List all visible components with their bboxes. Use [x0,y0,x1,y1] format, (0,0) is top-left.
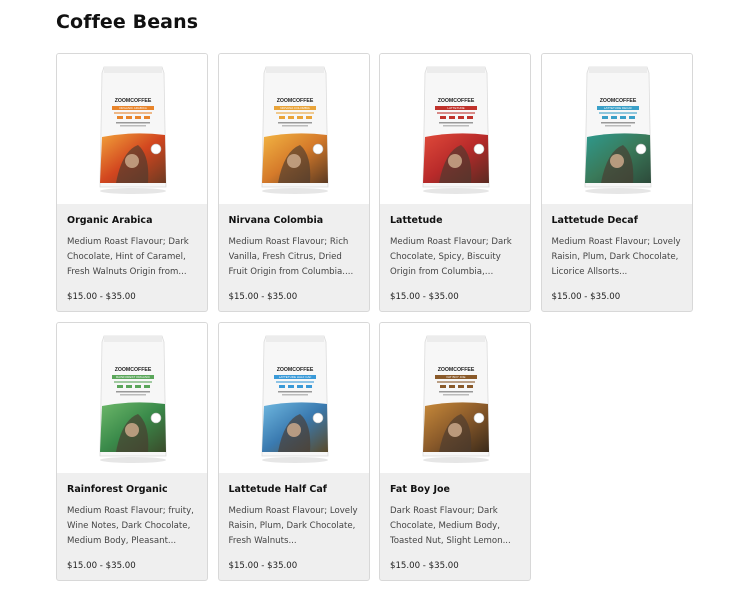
coffee-bag-image: ZOOMCOFFEE RAINFOREST ORGANIC [99,335,167,463]
product-name[interactable]: Lattetude Decaf [552,215,682,226]
bag-label-text: FAT BOY JOE [446,375,465,379]
product-image[interactable]: ZOOMCOFFEE RAINFOREST ORGANIC [57,322,207,473]
bag-label-text: NIRVANA COLOMBIA [280,106,310,110]
product-name[interactable]: Lattetude [390,215,520,226]
product-description: Medium Roast Flavour; Rich Vanilla, Fres… [228,237,354,277]
coffee-bag-image: ZOOMCOFFEE NIRVANA COLOMBIA [261,66,328,194]
product-info: Lattetude Decaf Medium Roast Flavour; Lov… [542,204,692,302]
product-card[interactable]: ZOOMCOFFEE LATTETUDE Lattetude Medium Roast… [379,53,531,312]
product-card[interactable]: ZOOMCOFFEE LATTETUDE DECAF Lattetude Decaf… [540,53,693,312]
product-info: Lattetude Medium Roast Flavour; Dark Choc… [380,204,530,302]
product-info: Rainforest Organic Medium Roast Flavour; … [57,473,207,571]
page: Coffee Beans ZOOMCOFFEE ORGANIC ARABICA Or… [0,0,740,600]
product-description: Medium Roast Flavour; Dark Chocolate, Sp… [390,237,512,277]
bag-label-text: LATTETUDE DECAF [603,106,631,110]
product-image[interactable]: ZOOMCOFFEE LATTETUDE DECAF [541,54,692,204]
product-info: Nirvana Colombia Medium Roast Flavour; Ri… [219,204,369,302]
bag-brand-text: ZOOMCOFFEE [438,367,475,373]
product-price: $15.00 - $35.00 [67,292,136,302]
bag-brand-text: ZOOMCOFFEE [276,367,313,373]
product-image[interactable]: ZOOMCOFFEE LATTETUDE [380,54,530,204]
product-price: $15.00 - $35.00 [228,292,298,302]
product-name[interactable]: Nirvana Colombia [229,215,359,226]
bag-brand-text: ZOOMCOFFEE [115,98,152,104]
bag-label-text: LATTETUDE HALF CAF [278,375,311,379]
product-info: Organic Arabica Medium Roast Flavour; Dar… [57,204,207,302]
product-image[interactable]: ZOOMCOFFEE LATTETUDE HALF CAF [218,322,369,473]
product-price: $15.00 - $35.00 [390,292,459,302]
product-price: $15.00 - $35.00 [390,560,459,571]
bag-label-text: RAINFOREST ORGANIC [116,375,151,379]
coffee-bag-image: ZOOMCOFFEE LATTETUDE HALF CAF [261,335,328,463]
product-description: Medium Roast Flavour; Lovely Raisin, Plu… [228,505,358,546]
coffee-bag-image: ZOOMCOFFEE ORGANIC ARABICA [99,66,167,194]
product-card[interactable]: ZOOMCOFFEE LATTETUDE HALF CAF Lattetude Ha… [217,321,370,581]
product-price: $15.00 - $35.00 [551,292,621,302]
coffee-bag-image: ZOOMCOFFEE FAT BOY JOE [422,335,490,463]
product-info: Fat Boy Joe Dark Roast Flavour; Dark Choc… [380,473,530,571]
product-grid: ZOOMCOFFEE ORGANIC ARABICA Organic Arabica… [56,53,693,581]
product-card[interactable]: ZOOMCOFFEE FAT BOY JOE Fat Boy Joe Dark Roa… [379,321,531,581]
product-card[interactable]: ZOOMCOFFEE NIRVANA COLOMBIA Nirvana Colomb… [217,53,370,312]
coffee-bag-image: ZOOMCOFFEE LATTETUDE [422,66,490,194]
product-price: $15.00 - $35.00 [67,560,136,571]
bag-brand-text: ZOOMCOFFEE [599,98,636,104]
product-card[interactable]: ZOOMCOFFEE ORGANIC ARABICA Organic Arabica… [56,53,208,312]
bag-brand-text: ZOOMCOFFEE [438,98,475,104]
page-title: Coffee Beans [56,11,199,33]
product-description: Dark Roast Flavour; Dark Chocolate, Medi… [390,505,511,546]
bag-brand-text: ZOOMCOFFEE [115,367,152,373]
product-image[interactable]: ZOOMCOFFEE ORGANIC ARABICA [57,54,207,204]
coffee-bag-image: ZOOMCOFFEE LATTETUDE DECAF [584,66,651,194]
product-description: Medium Roast Flavour; Dark Chocolate, Hi… [67,237,189,277]
product-price: $15.00 - $35.00 [228,560,298,571]
product-description: Medium Roast Flavour; Lovely Raisin, Plu… [551,237,681,277]
product-name[interactable]: Rainforest Organic [67,484,197,495]
product-image[interactable]: ZOOMCOFFEE NIRVANA COLOMBIA [218,54,369,204]
product-image[interactable]: ZOOMCOFFEE FAT BOY JOE [380,322,530,473]
product-info: Lattetude Half Caf Medium Roast Flavour; … [219,473,369,571]
product-name[interactable]: Lattetude Half Caf [229,484,359,495]
bag-label-text: ORGANIC ARABICA [119,106,147,110]
product-name[interactable]: Fat Boy Joe [390,484,520,495]
product-description: Medium Roast Flavour; fruity, Wine Notes… [67,505,194,546]
product-card[interactable]: ZOOMCOFFEE RAINFOREST ORGANIC Rainforest O… [56,321,208,581]
bag-brand-text: ZOOMCOFFEE [276,98,313,104]
bag-label-text: LATTETUDE [447,106,464,110]
product-name[interactable]: Organic Arabica [67,215,197,226]
